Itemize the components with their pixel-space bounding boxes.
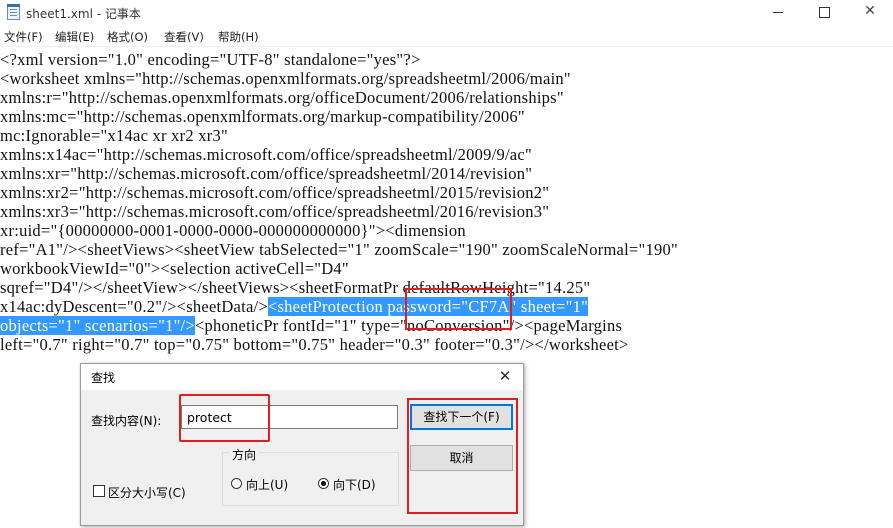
editor-text: x14ac:dyDescent="0.2"/><sheetData/> [0,297,268,316]
editor-line: <worksheet xmlns="http://schemas.openxml… [0,69,571,88]
dialog-title: 查找 [91,371,116,385]
editor-line: workbookViewId="0"><selection activeCell… [0,259,349,278]
editor-line: xmlns:x14ac="http://schemas.microsoft.co… [0,145,532,164]
close-icon: ✕ [864,3,876,19]
menu-edit[interactable]: 编辑(E) [55,29,94,45]
annotation-box-protection [405,288,512,330]
find-what-label: 查找内容(N): [91,414,162,428]
match-case-checkbox[interactable] [93,485,105,497]
dialog-close-button[interactable]: ✕ [493,365,517,387]
editor-line: xmlns:xr3="http://schemas.microsoft.com/… [0,202,550,221]
menu-format[interactable]: 格式(O) [107,29,148,45]
editor-line: xmlns:mc="http://schemas.openxmlformats.… [0,107,525,126]
annotation-box-buttons [407,398,518,514]
direction-down-label[interactable]: 向下(D) [333,476,376,493]
menu-file[interactable]: 文件(F) [4,29,43,45]
editor-line: objects="1" scenarios="1"/><phoneticPr f… [0,316,622,335]
editor-line: left="0.7" right="0.7" top="0.75" bottom… [0,335,629,354]
editor-line: xmlns:r="http://schemas.openxmlformats.o… [0,88,564,107]
annotation-box-input [179,394,270,442]
minimize-button[interactable] [755,0,801,26]
menu-bar: 文件(F) 编辑(E) 格式(O) 查看(V) 帮助(H) [0,26,893,47]
direction-down-radio[interactable] [318,478,329,489]
maximize-icon [819,7,830,18]
title-bar: sheet1.xml - 记事本 ✕ [0,0,893,26]
menu-view[interactable]: 查看(V) [164,29,204,45]
editor-line: xmlns:xr2="http://schemas.microsoft.com/… [0,183,550,202]
direction-up-radio[interactable] [231,478,242,489]
editor-line: <?xml version="1.0" encoding="UTF-8" sta… [0,50,421,69]
notepad-icon [7,4,20,20]
editor-line: mc:Ignorable="x14ac xr xr2 xr3" [0,126,228,145]
editor-line: ref="A1"/><sheetViews><sheetView tabSele… [0,240,678,259]
match-case-label[interactable]: 区分大小写(C) [108,484,186,501]
direction-up-label[interactable]: 向上(U) [246,476,288,493]
find-dialog: 查找 ✕ 查找内容(N): 查找下一个(F) 取消 方向 向上(U) 向下(D)… [80,363,524,526]
minimize-icon [773,12,783,13]
dialog-title-bar: 查找 ✕ [81,364,523,390]
close-button[interactable]: ✕ [847,0,893,26]
editor-line: xr:uid="{00000000-0001-0000-0000-0000000… [0,221,466,240]
window-title: sheet1.xml - 记事本 [26,7,141,21]
selected-text: objects="1" scenarios="1"/> [0,316,195,335]
maximize-button[interactable] [801,0,847,26]
menu-help[interactable]: 帮助(H) [218,29,259,45]
editor-line: xmlns:xr="http://schemas.microsoft.com/o… [0,164,533,183]
direction-legend: 方向 [229,446,260,463]
